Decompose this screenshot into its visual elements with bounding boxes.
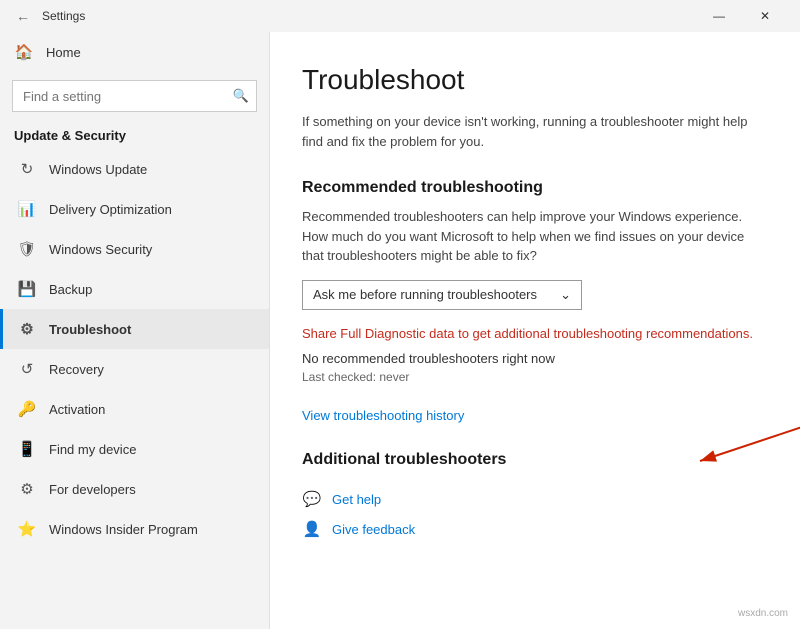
sidebar: 🏠 Home 🔍 Update & Security ↻ Windows Upd… [0, 32, 270, 629]
no-troubleshooters-text: No recommended troubleshooters right now [302, 351, 760, 366]
sidebar-item-label: Windows Security [49, 242, 152, 257]
get-help-icon: 💬 [302, 489, 322, 509]
home-label: Home [46, 45, 81, 60]
sidebar-item-windows-update[interactable]: ↻ Windows Update [0, 149, 269, 189]
sidebar-item-label: Recovery [49, 362, 104, 377]
view-history-link[interactable]: View troubleshooting history [302, 408, 760, 423]
minimize-button[interactable]: — [696, 0, 742, 32]
recommended-section-title: Recommended troubleshooting [302, 179, 760, 197]
troubleshoot-dropdown[interactable]: Ask me before running troubleshooters ⌄ [302, 280, 582, 310]
chevron-down-icon: ⌄ [560, 287, 571, 303]
share-diagnostic-link[interactable]: Share Full Diagnostic data to get additi… [302, 324, 760, 344]
page-description: If something on your device isn't workin… [302, 112, 760, 151]
section-title: Update & Security [0, 120, 269, 149]
title-bar-title: Settings [42, 9, 85, 23]
sidebar-item-label: Activation [49, 402, 105, 417]
get-help-link[interactable]: 💬 Get help [302, 489, 760, 509]
windows-security-icon: 🛡 [17, 239, 37, 259]
activation-icon: 🔑 [17, 399, 37, 419]
watermark: wsxdn.com [734, 606, 792, 621]
find-device-icon: 📱 [17, 439, 37, 459]
insider-icon: ⭐ [17, 519, 37, 539]
sidebar-item-activation[interactable]: 🔑 Activation [0, 389, 269, 429]
sidebar-item-backup[interactable]: 💾 Backup [0, 269, 269, 309]
sidebar-item-windows-insider[interactable]: ⭐ Windows Insider Program [0, 509, 269, 549]
sidebar-search[interactable]: 🔍 [12, 80, 257, 112]
sidebar-item-label: Troubleshoot [49, 322, 131, 337]
sidebar-item-for-developers[interactable]: ⚙ For developers [0, 469, 269, 509]
sidebar-item-troubleshoot[interactable]: ⚙ Troubleshoot [0, 309, 269, 349]
backup-icon: 💾 [17, 279, 37, 299]
search-input[interactable] [12, 80, 257, 112]
sidebar-home[interactable]: 🏠 Home [0, 32, 269, 72]
app-container: 🏠 Home 🔍 Update & Security ↻ Windows Upd… [0, 32, 800, 629]
sidebar-item-label: For developers [49, 482, 136, 497]
search-icon: 🔍 [233, 88, 249, 104]
sidebar-item-find-my-device[interactable]: 📱 Find my device [0, 429, 269, 469]
sidebar-item-delivery-optimization[interactable]: 📊 Delivery Optimization [0, 189, 269, 229]
page-title: Troubleshoot [302, 64, 760, 96]
title-bar: ← Settings — ✕ [0, 0, 800, 32]
windows-update-icon: ↻ [17, 159, 37, 179]
developers-icon: ⚙ [17, 479, 37, 499]
sidebar-item-recovery[interactable]: ↺ Recovery [0, 349, 269, 389]
sidebar-item-label: Backup [49, 282, 92, 297]
recovery-icon: ↺ [17, 359, 37, 379]
give-feedback-link[interactable]: 👤 Give feedback [302, 519, 760, 539]
delivery-optimization-icon: 📊 [17, 199, 37, 219]
give-feedback-icon: 👤 [302, 519, 322, 539]
recommended-section-description: Recommended troubleshooters can help imp… [302, 207, 760, 266]
help-links: 💬 Get help 👤 Give feedback [302, 489, 760, 539]
sidebar-item-label: Delivery Optimization [49, 202, 172, 217]
get-help-label: Get help [332, 492, 381, 507]
home-icon: 🏠 [14, 42, 34, 62]
sidebar-item-windows-security[interactable]: 🛡 Windows Security [0, 229, 269, 269]
back-button[interactable]: ← [12, 4, 34, 28]
troubleshoot-icon: ⚙ [17, 319, 37, 339]
title-bar-left: ← Settings [12, 4, 85, 28]
give-feedback-label: Give feedback [332, 522, 415, 537]
sidebar-item-label: Windows Insider Program [49, 522, 198, 537]
sidebar-item-label: Windows Update [49, 162, 147, 177]
additional-title: Additional troubleshooters [302, 451, 760, 469]
last-checked-text: Last checked: never [302, 370, 760, 384]
close-button[interactable]: ✕ [742, 0, 788, 32]
title-bar-controls: — ✕ [696, 0, 788, 32]
dropdown-value: Ask me before running troubleshooters [313, 287, 537, 302]
additional-section: Additional troubleshooters [302, 451, 760, 469]
sidebar-item-label: Find my device [49, 442, 136, 457]
main-content: Troubleshoot If something on your device… [270, 32, 800, 629]
